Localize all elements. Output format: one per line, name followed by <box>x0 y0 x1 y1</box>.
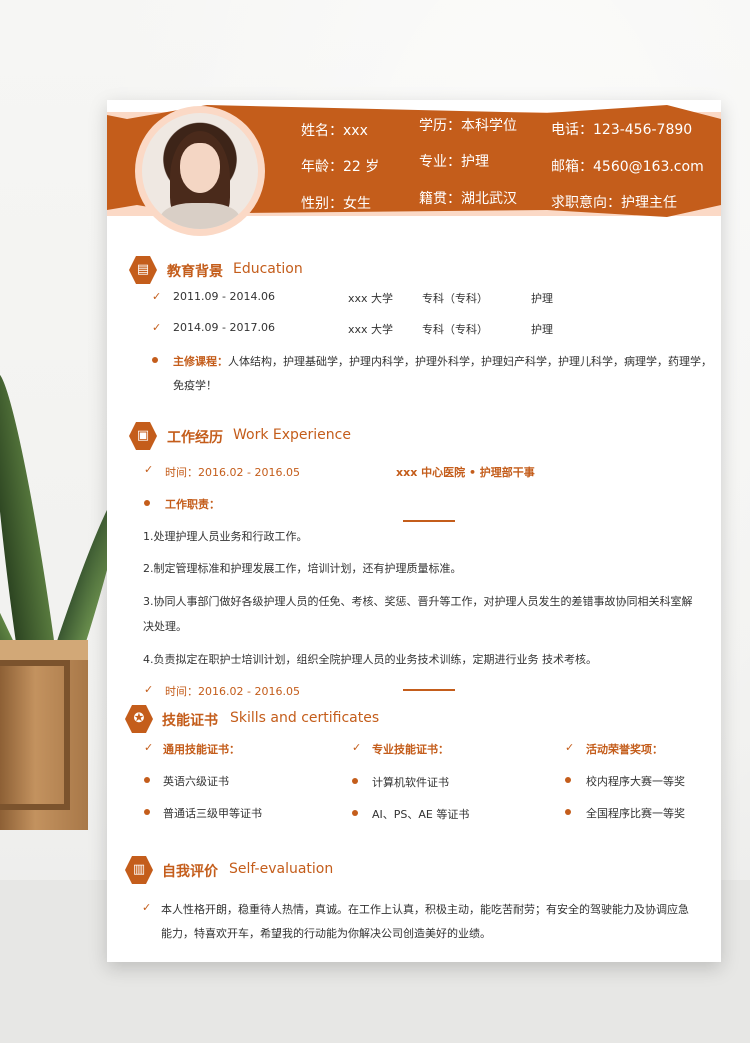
major-field: 专业：护理 <box>419 154 489 170</box>
bullet-dot <box>352 778 358 784</box>
bullet-dot <box>152 357 158 363</box>
work-title: 工作经历 <box>167 430 223 446</box>
skill-item: 校内程序大赛一等奖 <box>586 775 685 788</box>
bullet-dot <box>352 810 358 816</box>
edu-school: xxx 大学 <box>348 292 394 305</box>
check-icon: ✓ <box>152 321 162 334</box>
age-field: 年龄：22 岁 <box>301 159 380 175</box>
courses-line: 免疫学！ <box>173 379 217 392</box>
check-icon: ✓ <box>144 683 154 696</box>
education-title-en: Education <box>233 261 303 277</box>
check-icon: ✓ <box>142 901 152 914</box>
education-field: 学历：本科学位 <box>419 118 517 134</box>
pot-inner <box>0 660 70 810</box>
avatar-body <box>160 203 240 229</box>
edu-major: 护理 <box>531 323 553 336</box>
self-line: 能力，特喜欢开车，希望我的行动能为你解决公司创造美好的业绩。 <box>161 927 491 940</box>
work-time: 时间：2016.02 - 2016.05 <box>165 466 300 479</box>
duty-line: 4.负责拟定在职护士培训计划，组织全院护理人员的业务技术训练，定期进行业务 技术… <box>143 653 597 666</box>
duty-line: 1.处理护理人员业务和行政工作。 <box>143 530 308 543</box>
courses-line: 人体结构，护理基础学，护理内科学，护理外科学，护理妇产科学，护理儿科学，病理学，… <box>228 355 712 368</box>
work-time: 时间：2016.02 - 2016.05 <box>165 685 300 698</box>
skill-item: 全国程序比赛一等奖 <box>586 807 685 820</box>
work-org: xxx 中心医院 • 护理部干事 <box>396 466 535 479</box>
check-icon: ✓ <box>152 290 162 303</box>
bullet-dot <box>144 777 150 783</box>
certificate-icon: ✪ <box>125 705 153 733</box>
skills-title: 技能证书 <box>162 713 218 729</box>
bullet-dot <box>565 777 571 783</box>
skills-title-en: Skills and certificates <box>230 710 380 726</box>
self-line: 本人性格开朗，稳重待人热情，真诚。在工作上认真，积极主动，能吃苦耐劳；有安全的驾… <box>161 903 689 916</box>
skill-col-label: 活动荣誉奖项： <box>586 743 663 756</box>
skill-item: 普通话三级甲等证书 <box>163 807 262 820</box>
bullet-dot <box>565 809 571 815</box>
skill-item: AI、PS、AE 等证书 <box>372 808 470 821</box>
skill-item: 计算机软件证书 <box>372 776 449 789</box>
skill-col-label: 通用技能证书： <box>163 743 240 756</box>
edu-period: 2011.09 - 2014.06 <box>173 290 275 303</box>
email-field: 邮箱：4560@163.com <box>551 159 704 175</box>
check-icon: ✓ <box>565 741 575 754</box>
edu-school: xxx 大学 <box>348 323 394 336</box>
self-title: 自我评价 <box>162 864 218 880</box>
work-title-en: Work Experience <box>233 427 351 443</box>
intention-field: 求职意向：护理主任 <box>551 195 677 211</box>
edu-major: 护理 <box>531 292 553 305</box>
skill-col-label: 专业技能证书： <box>372 743 449 756</box>
courses-label: 主修课程： <box>173 355 228 368</box>
check-icon: ✓ <box>144 463 154 476</box>
duty-label: 工作职责： <box>165 498 220 511</box>
skill-item: 英语六级证书 <box>163 775 229 788</box>
edu-degree: 专科（专科） <box>422 323 488 336</box>
edu-degree: 专科（专科） <box>422 292 488 305</box>
self-title-en: Self-evaluation <box>229 861 334 877</box>
bullet-dot <box>144 500 150 506</box>
resume-paper: 姓名：xxx 年龄：22 岁 性别：女生 学历：本科学位 专业：护理 籍贯：湖北… <box>107 100 721 962</box>
duty-line: 2.制定管理标准和护理发展工作，培训计划，还有护理质量标准。 <box>143 562 462 575</box>
briefcase-icon: ▣ <box>129 422 157 450</box>
check-icon: ✓ <box>352 741 362 754</box>
education-title: 教育背景 <box>167 264 223 280</box>
edu-period: 2014.09 - 2017.06 <box>173 321 275 334</box>
pot-rim <box>0 640 88 660</box>
bullet-dot <box>144 809 150 815</box>
check-icon: ✓ <box>144 741 154 754</box>
divider <box>403 520 455 522</box>
duty-line: 决处理。 <box>143 620 187 633</box>
duty-line: 3.协同人事部门做好各级护理人员的任免、考核、奖惩、晋升等工作，对护理人员发生的… <box>143 595 693 608</box>
name-field: 姓名：xxx <box>301 123 368 139</box>
avatar <box>142 113 258 229</box>
avatar-face <box>180 143 220 193</box>
divider <box>403 689 455 691</box>
plant-pot <box>0 640 88 830</box>
chart-icon: ▥ <box>125 856 153 884</box>
phone-field: 电话：123-456-7890 <box>551 122 693 138</box>
hometown-field: 籍贯：湖北武汉 <box>419 191 517 207</box>
gender-field: 性别：女生 <box>301 196 371 212</box>
id-card-icon: ▤ <box>129 256 157 284</box>
